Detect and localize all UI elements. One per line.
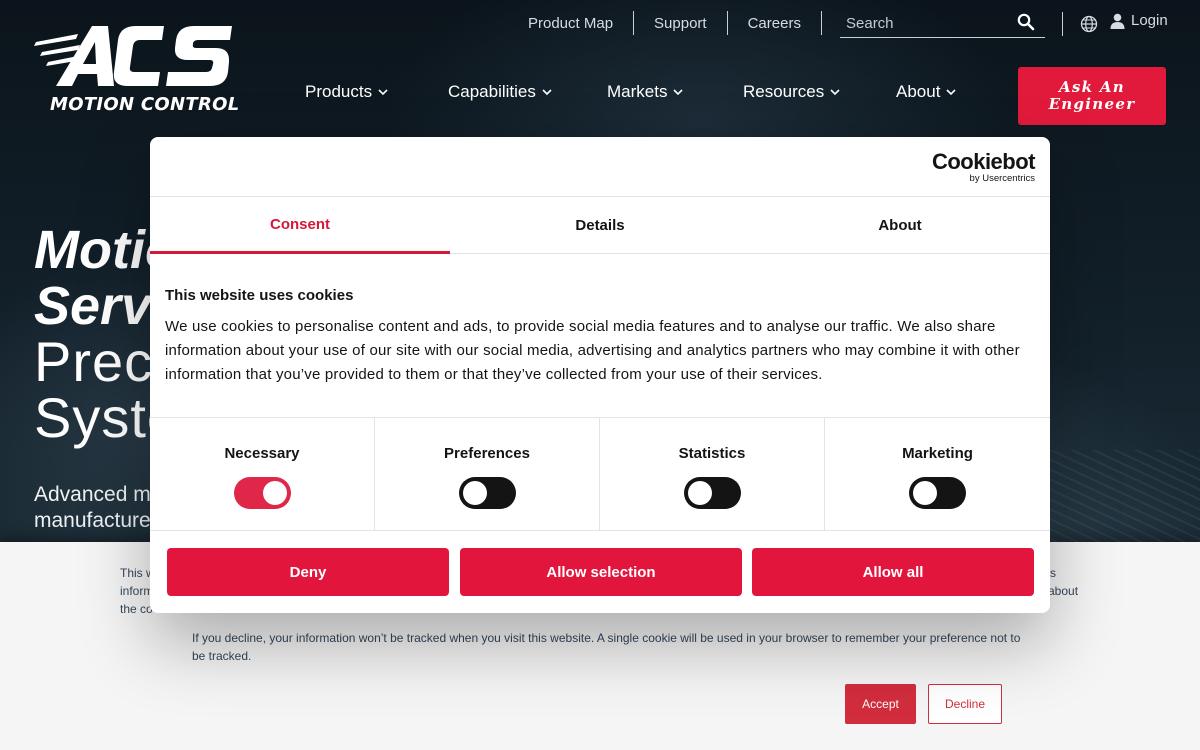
deny-button[interactable]: Deny <box>167 548 449 596</box>
logo-tagline: MOTION CONTROL <box>50 94 240 115</box>
chevron-down-icon <box>378 88 388 95</box>
util-link-careers[interactable]: Careers <box>728 15 821 32</box>
banner-text-fragment-right: s about <box>1048 564 1079 600</box>
category-marketing: Marketing <box>825 418 1050 531</box>
category-label: Marketing <box>902 445 973 462</box>
tab-details[interactable]: Details <box>450 197 750 253</box>
cta-line-2: Engineer <box>1048 95 1136 113</box>
login-label: Login <box>1131 12 1168 29</box>
acs-logo-mark <box>34 26 232 86</box>
search-input[interactable] <box>846 11 1006 35</box>
cta-line-1: Ask An <box>1058 78 1126 96</box>
nav-label: Products <box>305 82 373 101</box>
category-preferences: Preferences <box>375 418 600 531</box>
nav-markets[interactable]: Markets <box>607 82 684 102</box>
banner-decline-info: If you decline, your information won’t b… <box>192 631 1021 663</box>
dialog-body-text: We use cookies to personalise content an… <box>165 318 1020 383</box>
cookiebot-by: by Usercentrics <box>969 173 1035 184</box>
consent-categories: Necessary Preferences Statistics Marketi… <box>150 417 1050 531</box>
nav-capabilities[interactable]: Capabilities <box>448 82 552 102</box>
toggle-knob <box>913 481 937 505</box>
banner-accept-button[interactable]: Accept <box>845 684 916 724</box>
cookie-consent-dialog: Cookiebot by Usercentrics Consent Detail… <box>150 137 1050 613</box>
cookiebot-brand: Cookiebot <box>931 149 1036 174</box>
category-label: Statistics <box>678 445 746 462</box>
nav-label: Resources <box>743 82 825 101</box>
chevron-down-icon <box>830 88 840 95</box>
login-link[interactable]: Login <box>1110 12 1168 29</box>
nav-about[interactable]: About <box>896 82 957 102</box>
category-necessary: Necessary <box>150 418 375 531</box>
allow-selection-button[interactable]: Allow selection <box>460 548 742 596</box>
necessary-toggle[interactable] <box>234 477 291 509</box>
util-divider <box>1062 12 1063 36</box>
banner-text-line: about <box>1048 584 1079 598</box>
util-link-support[interactable]: Support <box>634 15 727 32</box>
search-icon[interactable] <box>1017 13 1035 31</box>
nav-label: Capabilities <box>448 82 536 101</box>
dialog-title: This website uses cookies <box>165 287 354 304</box>
user-icon <box>1110 13 1125 29</box>
preferences-toggle[interactable] <box>459 477 516 509</box>
hero-circuit-board-image <box>1050 450 1200 550</box>
banner-decline-button[interactable]: Decline <box>928 684 1002 724</box>
globe-icon[interactable] <box>1080 15 1098 33</box>
util-link-product-map[interactable]: Product Map <box>508 15 633 32</box>
utility-nav: Product Map Support Careers <box>508 10 822 36</box>
dialog-tabs: Consent Details About <box>150 197 1050 254</box>
cookiebot-logo[interactable]: Cookiebot by Usercentrics <box>931 149 1036 185</box>
search-box <box>840 9 1045 38</box>
marketing-toggle[interactable] <box>909 477 966 509</box>
ask-an-engineer-button[interactable]: Ask An Engineer <box>1018 67 1166 125</box>
toggle-knob <box>688 481 712 505</box>
nav-products[interactable]: Products <box>305 82 388 102</box>
util-divider <box>820 11 822 35</box>
nav-label: Markets <box>607 82 668 101</box>
toggle-knob <box>463 481 487 505</box>
chevron-down-icon <box>542 88 552 95</box>
chevron-down-icon <box>946 88 957 95</box>
toggle-knob <box>263 481 287 505</box>
nav-resources[interactable]: Resources <box>743 82 840 102</box>
allow-all-button[interactable]: Allow all <box>752 548 1034 596</box>
category-label: Preferences <box>444 445 530 462</box>
tab-about[interactable]: About <box>750 197 1050 253</box>
category-statistics: Statistics <box>600 418 825 531</box>
acs-logo[interactable]: MOTION CONTROL <box>34 22 239 120</box>
chevron-down-icon <box>673 88 684 95</box>
nav-label: About <box>896 82 941 101</box>
tab-consent[interactable]: Consent <box>150 197 450 254</box>
statistics-toggle[interactable] <box>684 477 741 509</box>
category-label: Necessary <box>224 445 300 462</box>
dialog-header: Cookiebot by Usercentrics <box>150 137 1050 197</box>
banner-text-line: s <box>1050 566 1056 580</box>
